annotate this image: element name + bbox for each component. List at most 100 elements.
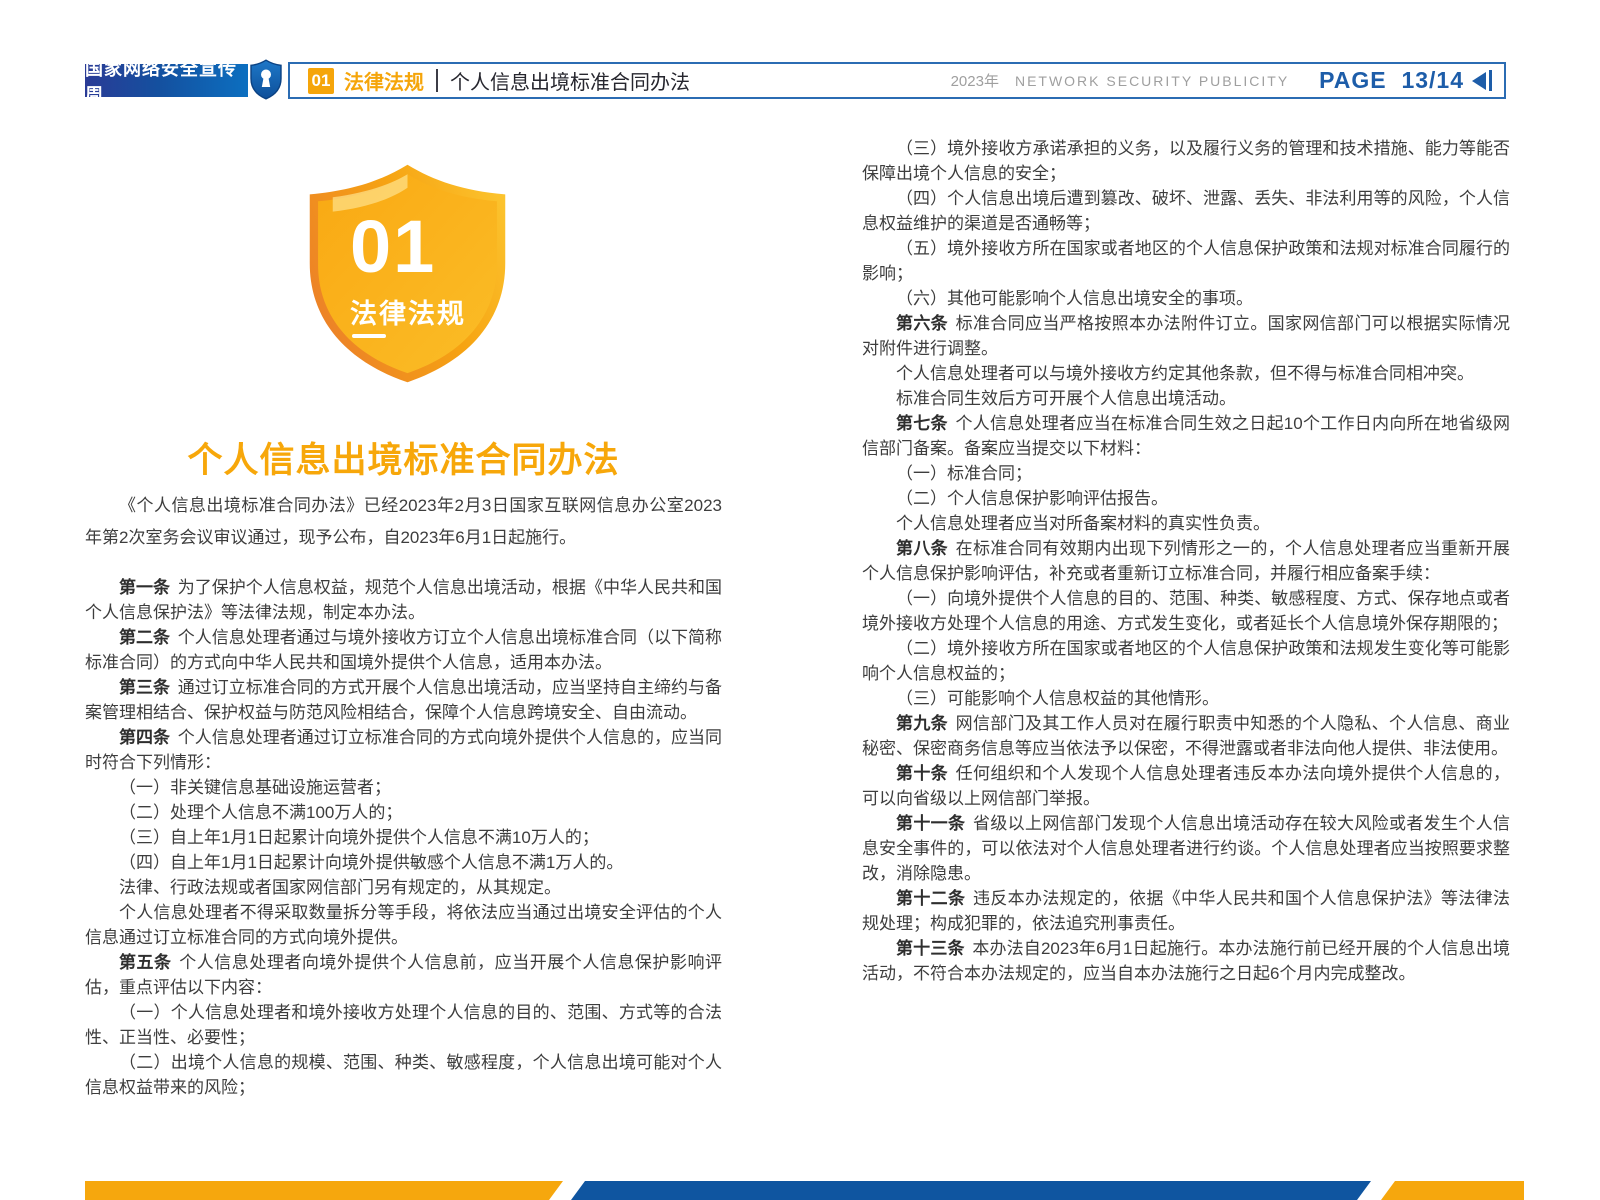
body-paragraph: （二）处理个人信息不满100万人的； [85,800,722,825]
article-lead: 第十三条 [896,939,965,958]
article-lead: 第六条 [896,314,948,333]
body-paragraph: 法律、行政法规或者国家网信部门另有规定的，从其规定。 [85,875,722,900]
body-paragraph: 第十二条违反本办法规定的，依据《中华人民共和国个人信息保护法》等法律法规处理；构… [862,886,1510,936]
brand-banner: 国家网络安全宣传周 [85,64,248,97]
body-paragraph: （一）向境外提供个人信息的目的、范围、种类、敏感程度、方式、保存地点或者境外接收… [862,586,1510,636]
paragraph-text: （三）可能影响个人信息权益的其他情形。 [896,689,1219,708]
paragraph-text: （二）境外接收方所在国家或者地区的个人信息保护政策和法规发生变化等可能影响个人信… [862,639,1510,683]
paragraph-text: 个人信息处理者应当对所备案材料的真实性负责。 [896,514,1270,533]
body-paragraph: 第一条为了保护个人信息权益，规范个人信息出境活动，根据《中华人民共和国个人信息保… [85,575,722,625]
body-paragraph: 第五条个人信息处理者向境外提供个人信息前，应当开展个人信息保护影响评估，重点评估… [85,950,722,1000]
article-lead: 第二条 [119,628,170,647]
paragraph-text: 通过订立标准合同的方式开展个人信息出境活动，应当坚持自主缔约与备案管理相结合、保… [85,678,722,722]
body-paragraph: （一）标准合同； [862,461,1510,486]
paragraph-text: （四）个人信息出境后遭到篡改、破坏、泄露、丢失、非法利用等的风险，个人信息权益维… [862,189,1510,233]
body-paragraph: （六）其他可能影响个人信息出境安全的事项。 [862,286,1510,311]
paragraph-text: （二）处理个人信息不满100万人的； [119,803,402,822]
body-paragraph: 个人信息处理者可以与境外接收方约定其他条款，但不得与标准合同相冲突。 [862,361,1510,386]
header-doc-title: 个人信息出境标准合同办法 [450,66,690,95]
paragraph-text: 个人信息处理者通过与境外接收方订立个人信息出境标准合同（以下简称标准合同）的方式… [85,628,722,672]
body-paragraph: 第二条个人信息处理者通过与境外接收方订立个人信息出境标准合同（以下简称标准合同）… [85,625,722,675]
body-paragraph: 第九条网信部门及其工作人员对在履行职责中知悉的个人隐私、个人信息、商业秘密、保密… [862,711,1510,761]
body-paragraph: （二）出境个人信息的规模、范围、种类、敏感程度，个人信息出境可能对个人信息权益带… [85,1050,722,1100]
footer-segment-orange-left [85,1181,563,1200]
paragraph-text: （一）标准合同； [896,464,1032,483]
paragraph-text: （六）其他可能影响个人信息出境安全的事项。 [896,289,1253,308]
paragraph-text: 在标准合同有效期内出现下列情形之一的，个人信息处理者应当重新开展个人信息保护影响… [862,539,1510,583]
brand-text: 国家网络安全宣传周 [85,55,248,107]
body-paragraph: 第八条在标准合同有效期内出现下列情形之一的，个人信息处理者应当重新开展个人信息保… [862,536,1510,586]
article-lead: 第十二条 [896,889,965,908]
article-lead: 第十条 [896,764,948,783]
page-indicator: PAGE 13/14 [1319,67,1464,94]
body-paragraph: 第七条个人信息处理者应当在标准合同生效之日起10个工作日内向所在地省级网信部门备… [862,411,1510,461]
paragraph-text: 个人信息处理者向境外提供个人信息前，应当开展个人信息保护影响评估，重点评估以下内… [85,953,722,997]
shield-keyhole-icon [250,59,282,100]
paragraph-text: 个人信息处理者可以与境外接收方约定其他条款，但不得与标准合同相冲突。 [896,364,1474,383]
body-paragraph: 第四条个人信息处理者通过订立标准合同的方式向境外提供个人信息的，应当同时符合下列… [85,725,722,775]
paragraph-text: 为了保护个人信息权益，规范个人信息出境活动，根据《中华人民共和国个人信息保护法》… [85,578,722,622]
paragraph-text: （二）个人信息保护影响评估报告。 [896,489,1168,508]
paragraph-text: 任何组织和个人发现个人信息处理者违反本办法向境外提供个人信息的，可以向省级以上网… [862,764,1510,808]
header-publicity: NETWORK SECURITY PUBLICITY [1015,73,1289,89]
paragraph-text: 个人信息处理者应当在标准合同生效之日起10个工作日内向所在地省级网信部门备案。备… [862,414,1510,458]
arrow-triangle [1472,72,1486,90]
paragraph-text: 法律、行政法规或者国家网信部门另有规定的，从其规定。 [119,878,561,897]
body-paragraph: 个人信息处理者不得采取数量拆分等手段，将依法应当通过出境安全评估的个人信息通过订… [85,900,722,950]
paragraph-text: （二）出境个人信息的规模、范围、种类、敏感程度，个人信息出境可能对个人信息权益带… [85,1053,722,1097]
article-lead: 第七条 [896,414,948,433]
footer-bar [0,1181,1600,1200]
body-paragraph: （五）境外接收方所在国家或者地区的个人信息保护政策和法规对标准合同履行的影响； [862,236,1510,286]
body-paragraph: 第三条通过订立标准合同的方式开展个人信息出境活动，应当坚持自主缔约与备案管理相结… [85,675,722,725]
body-paragraph: 第十条任何组织和个人发现个人信息处理者违反本办法向境外提供个人信息的，可以向省级… [862,761,1510,811]
paragraph-text: 标准合同应当严格按照本办法附件订立。国家网信部门可以根据实际情况对附件进行调整。 [862,314,1510,358]
body-paragraph: 标准合同生效后方可开展个人信息出境活动。 [862,386,1510,411]
section-label: 法律法规 [344,66,424,95]
article-lead: 第八条 [896,539,948,558]
intro-paragraph: 《个人信息出境标准合同办法》已经2023年2月3日国家互联网信息办公室2023年… [85,490,722,554]
paragraph-text: 网信部门及其工作人员对在履行职责中知悉的个人隐私、个人信息、商业秘密、保密商务信… [862,714,1510,758]
body-paragraph: （四）个人信息出境后遭到篡改、破坏、泄露、丢失、非法利用等的风险，个人信息权益维… [862,186,1510,236]
page-number: 13/14 [1401,67,1464,93]
page-back-arrow-icon [1472,70,1492,91]
document-page: 国家网络安全宣传周 01 法律法规 个人信息出境标准合同办法 2023年 NET… [0,0,1600,1200]
page-title: 个人信息出境标准合同办法 [85,432,722,483]
article-lead: 第一条 [119,578,170,597]
paragraph-text: 个人信息处理者通过订立标准合同的方式向境外提供个人信息的，应当同时符合下列情形： [85,728,722,772]
article-lead: 第四条 [119,728,170,747]
header-year: 2023年 [951,70,999,91]
badge-dash [352,334,386,338]
section-shield-badge: 01 法律法规 [300,158,515,388]
article-lead: 第九条 [896,714,948,733]
paragraph-text: （四）自上年1月1日起累计向境外提供敏感个人信息不满1万人的。 [119,853,623,872]
paragraph-text: （一）向境外提供个人信息的目的、范围、种类、敏感程度、方式、保存地点或者境外接收… [862,589,1510,633]
article-lead: 第五条 [119,953,172,972]
body-paragraph: 个人信息处理者应当对所备案材料的真实性负责。 [862,511,1510,536]
badge-label: 法律法规 [350,292,466,331]
body-paragraph: （一）非关键信息基础设施运营者； [85,775,722,800]
paragraph-text: （一）个人信息处理者和境外接收方处理个人信息的目的、范围、方式等的合法性、正当性… [85,1003,722,1047]
body-paragraph: （三）境外接收方承诺承担的义务，以及履行义务的管理和技术措施、能力等能否保障出境… [862,136,1510,186]
section-number-chip: 01 [308,68,334,94]
body-paragraph: 第六条标准合同应当严格按照本办法附件订立。国家网信部门可以根据实际情况对附件进行… [862,311,1510,361]
paragraph-text: 个人信息处理者不得采取数量拆分等手段，将依法应当通过出境安全评估的个人信息通过订… [85,903,722,947]
body-paragraph: （二）境外接收方所在国家或者地区的个人信息保护政策和法规发生变化等可能影响个人信… [862,636,1510,686]
left-column: 第一条为了保护个人信息权益，规范个人信息出境活动，根据《中华人民共和国个人信息保… [85,575,722,1100]
body-paragraph: （四）自上年1月1日起累计向境外提供敏感个人信息不满1万人的。 [85,850,722,875]
arrow-bar [1489,70,1492,91]
body-paragraph: （三）自上年1月1日起累计向境外提供个人信息不满10万人的； [85,825,722,850]
badge-number: 01 [350,210,436,284]
header-strip: 01 法律法规 个人信息出境标准合同办法 2023年 NETWORK SECUR… [288,62,1506,99]
body-paragraph: （二）个人信息保护影响评估报告。 [862,486,1510,511]
header-divider [436,69,438,92]
page-label: PAGE [1319,67,1386,93]
article-lead: 第十一条 [896,814,965,833]
footer-segment-orange-right [1381,1181,1524,1200]
article-lead: 第三条 [119,678,170,697]
paragraph-text: （五）境外接收方所在国家或者地区的个人信息保护政策和法规对标准合同履行的影响； [862,239,1510,283]
body-paragraph: 第十一条省级以上网信部门发现个人信息出境活动存在较大风险或者发生个人信息安全事件… [862,811,1510,886]
body-paragraph: 第十三条本办法自2023年6月1日起施行。本办法施行前已经开展的个人信息出境活动… [862,936,1510,986]
body-paragraph: （一）个人信息处理者和境外接收方处理个人信息的目的、范围、方式等的合法性、正当性… [85,1000,722,1050]
body-paragraph: （三）可能影响个人信息权益的其他情形。 [862,686,1510,711]
paragraph-text: 标准合同生效后方可开展个人信息出境活动。 [896,389,1236,408]
